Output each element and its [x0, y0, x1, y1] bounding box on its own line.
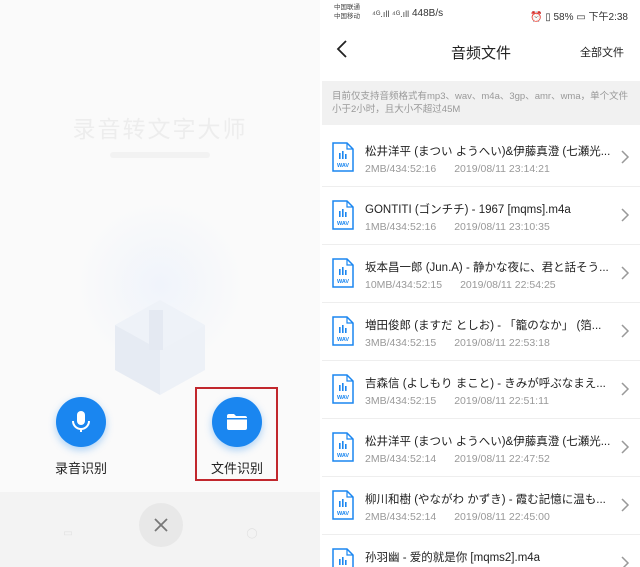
carrier-2: 中国移动 [334, 13, 360, 20]
svg-text:WAV: WAV [337, 279, 349, 285]
file-date: 2019/08/11 23:10:35 [454, 221, 550, 233]
chevron-right-icon [621, 498, 630, 512]
network-speed: 448B/s [412, 8, 444, 19]
record-recognition-button[interactable] [56, 397, 106, 447]
background-subtitle-bar [110, 152, 210, 158]
background-app-title: 录音转文字大师 [72, 116, 248, 142]
file-date: 2019/08/11 22:53:18 [454, 337, 550, 349]
file-name: 吉森信 (よしもり まこと) - きみが呼ぶなまえ... [365, 378, 606, 390]
file-date: 2019/08/11 23:14:21 [454, 163, 550, 175]
background-tab-2: ◯ [246, 528, 258, 539]
chevron-right-icon [621, 324, 630, 338]
status-bar: 中国联通 中国移动 ⁴ᴳ.ıll ⁴ᴳ.ıll 448B/s ⏰ ▯ 58% ▭… [322, 0, 640, 28]
file-row[interactable]: WAV 吉森信 (よしもり まこと) - きみが呼ぶなまえ... 3MB/434:5… [322, 361, 640, 419]
battery-percent: 58% [553, 12, 574, 23]
chevron-right-icon [621, 266, 630, 280]
file-meta: 1MB/434:52:16 2019/08/11 23:10:35 [365, 221, 550, 233]
file-meta: 3MB/434:52:15 2019/08/11 22:51:11 [365, 395, 549, 407]
alarm-icon: ⏰ [529, 12, 543, 23]
audio-files-screen: 中国联通 中国移动 ⁴ᴳ.ıll ⁴ᴳ.ıll 448B/s ⏰ ▯ 58% ▭… [322, 0, 640, 567]
file-row[interactable]: WAV 孙羽幽 - 爱的就是你 [mqms2].m4a [322, 535, 640, 567]
record-recognition-action[interactable]: 录音识别 [31, 397, 131, 477]
wav-file-icon: WAV [332, 432, 354, 462]
carrier-1: 中国联通 [334, 4, 360, 11]
record-recognition-label: 录音识别 [54, 461, 107, 476]
wav-file-icon: WAV [332, 490, 354, 520]
file-name: 孙羽幽 - 爱的就是你 [mqms2].m4a [365, 552, 541, 564]
file-date: 2019/08/11 22:51:11 [454, 395, 550, 407]
file-meta: 2MB/434:52:16 2019/08/11 23:14:21 [365, 163, 550, 175]
file-size: 3MB/434:52:15 [365, 395, 437, 407]
chevron-right-icon [621, 556, 630, 567]
file-size: 3MB/434:52:15 [365, 337, 437, 349]
wav-file-icon: WAV [332, 258, 354, 288]
file-name: 松井洋平 (まつい ようへい)&伊藤真澄 (七瀬光... [365, 146, 610, 158]
carrier-info: 中国联通 中国移动 [334, 3, 360, 21]
highlight-box [195, 387, 278, 481]
file-meta: 2MB/434:52:14 2019/08/11 22:47:52 [365, 453, 550, 465]
nav-bar: 音频文件 全部文件 [322, 28, 640, 74]
svg-text:WAV: WAV [337, 221, 349, 227]
wav-file-icon: WAV [332, 200, 354, 230]
background-tab-1: ▭ [63, 528, 73, 539]
status-right: ⏰ ▯ 58% ▭ 下午2:38 [530, 8, 628, 23]
chevron-right-icon [621, 440, 630, 454]
chevron-right-icon [621, 208, 630, 222]
file-meta: 2MB/434:52:14 2019/08/11 22:45:00 [365, 511, 550, 523]
all-files-button[interactable]: 全部文件 [580, 44, 624, 60]
chevron-right-icon [621, 150, 630, 164]
svg-text:WAV: WAV [337, 511, 349, 517]
clock: 下午2:38 [588, 12, 628, 23]
battery-icon: ▭ [576, 12, 586, 23]
wav-file-icon: WAV [332, 548, 354, 567]
signal-icon: ⁴ᴳ.ıll ⁴ᴳ.ıll [372, 9, 410, 19]
file-name: GONTITI (ゴンチチ) - 1967 [mqms].m4a [365, 204, 571, 216]
svg-text:WAV: WAV [337, 337, 349, 343]
file-row[interactable]: WAV GONTITI (ゴンチチ) - 1967 [mqms].m4a 1MB/4… [322, 187, 640, 245]
svg-text:WAV: WAV [337, 453, 349, 459]
close-button[interactable] [139, 503, 183, 547]
svg-text:WAV: WAV [337, 395, 349, 401]
file-size: 2MB/434:52:14 [365, 453, 437, 465]
file-meta: 10MB/434:52:15 2019/08/11 22:54:25 [365, 279, 556, 291]
format-notice: 目前仅支持音频格式有mp3、wav、m4a、3gp、amr、wma，单个文件小于… [322, 81, 640, 125]
file-size: 1MB/434:52:16 [365, 221, 437, 233]
file-date: 2019/08/11 22:54:25 [460, 279, 556, 291]
file-list: WAV 松井洋平 (まつい ようへい)&伊藤真澄 (七瀬光... 2MB/434:5… [322, 129, 640, 567]
file-row[interactable]: WAV 松井洋平 (まつい ようへい)&伊藤真澄 (七瀬光... 2MB/434:5… [322, 129, 640, 187]
file-name: 増田俊郎 (ますだ としお) - 「籠のなか」 (箔... [365, 320, 602, 332]
file-row[interactable]: WAV 松井洋平 (まつい ようへい)&伊藤真澄 (七瀬光... 2MB/434:5… [322, 419, 640, 477]
svg-text:WAV: WAV [337, 163, 349, 169]
chevron-right-icon [621, 382, 630, 396]
file-size: 10MB/434:52:15 [365, 279, 443, 291]
file-row[interactable]: WAV 柳川和樹 (やながわ かずき) - 霞む記憶に温も... 2MB/434:5… [322, 477, 640, 535]
file-date: 2019/08/11 22:45:00 [454, 511, 550, 523]
background-box-illustration [115, 300, 205, 395]
file-name: 柳川和樹 (やながわ かずき) - 霞む記憶に温も... [365, 494, 606, 506]
wav-file-icon: WAV [332, 374, 354, 404]
microphone-icon [72, 411, 90, 432]
left-panel: 录音转文字大师 ▭ ◯ 录音识别 文件识别 [0, 0, 320, 567]
wav-file-icon: WAV [332, 142, 354, 172]
file-meta: 3MB/434:52:15 2019/08/11 22:53:18 [365, 337, 550, 349]
file-size: 2MB/434:52:14 [365, 511, 437, 523]
file-row[interactable]: WAV 増田俊郎 (ますだ としお) - 「籠のなか」 (箔... 3MB/434:… [322, 303, 640, 361]
close-icon [154, 518, 168, 532]
file-name: 坂本昌一郎 (Jun.A) - 静かな夜に、君と話そう... [365, 262, 609, 274]
file-name: 松井洋平 (まつい ようへい)&伊藤真澄 (七瀬光... [365, 436, 610, 448]
vibrate-icon: ▯ [545, 12, 551, 23]
file-size: 2MB/434:52:16 [365, 163, 437, 175]
wav-file-icon: WAV [332, 316, 354, 346]
file-row[interactable]: WAV 坂本昌一郎 (Jun.A) - 静かな夜に、君と話そう... 10MB/43… [322, 245, 640, 303]
file-date: 2019/08/11 22:47:52 [454, 453, 550, 465]
